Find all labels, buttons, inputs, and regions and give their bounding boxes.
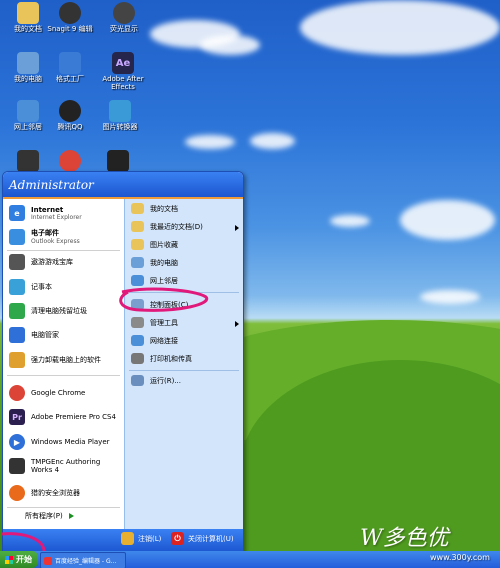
taskbar: 开始 百度经验_编辑器 - G... [0,551,500,568]
watermark-url: www.300y.com [430,553,490,562]
windows-logo-icon [5,555,13,564]
highlight-annotation [0,287,209,568]
start-button[interactable]: 开始 [0,551,38,568]
watermark-logo: W多色优 [360,526,449,551]
start-label: 开始 [16,555,32,564]
desktop: 我的文档 Snagit 9 编辑 荧光显示 我的电脑 格式工厂 Ae Adobe… [0,0,500,568]
browser-icon [44,556,52,565]
task-label: 百度经验_编辑器 - G... [55,558,117,565]
taskbar-task-button[interactable]: 百度经验_编辑器 - G... [40,552,126,568]
control-panel-circle [119,287,209,312]
